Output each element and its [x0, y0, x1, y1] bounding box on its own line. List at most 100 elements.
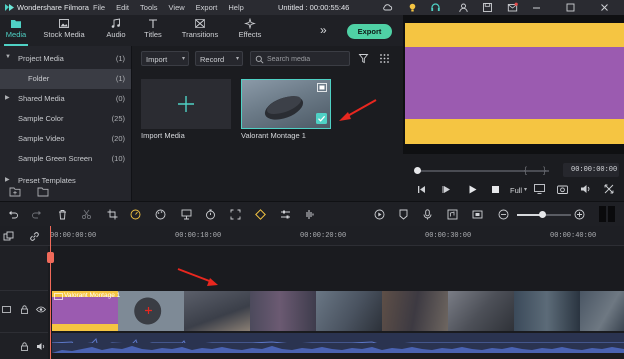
account-icon[interactable]: [458, 2, 469, 13]
eye-visibility-icon[interactable]: [36, 305, 46, 314]
tab-media[interactable]: Media: [3, 17, 29, 39]
cut-scissors-icon[interactable]: [81, 209, 92, 220]
playhead[interactable]: [50, 226, 51, 359]
zoom-out-icon[interactable]: [498, 209, 509, 220]
render-preview-icon[interactable]: [374, 209, 385, 220]
search-input[interactable]: [267, 54, 347, 64]
voiceover-clip-icon[interactable]: [447, 209, 458, 220]
mark-out-bracket-icon[interactable]: }: [543, 165, 546, 175]
zoom-in-icon[interactable]: [574, 209, 585, 220]
tab-effects[interactable]: Effects: [234, 17, 266, 39]
menu-bar: File Edit Tools View Export Help: [93, 3, 255, 12]
maximize-icon[interactable]: [565, 2, 576, 13]
timeline-ruler[interactable]: 00:00:00:00 00:00:10:00 00:00:20:00 00:0…: [0, 226, 624, 246]
menu-tools[interactable]: Tools: [140, 3, 158, 12]
sidebar-item-folder[interactable]: Folder (1): [0, 69, 131, 89]
record-dropdown[interactable]: Record ▾: [195, 51, 243, 66]
timer-duration-icon[interactable]: [205, 209, 216, 220]
sidebar-item-sample-color[interactable]: Sample Color (25): [0, 109, 131, 129]
previous-frame-icon[interactable]: [417, 185, 426, 194]
sidebar-item-count: (10): [111, 154, 125, 163]
zoom-slider-handle[interactable]: [539, 211, 546, 218]
fullscreen-icon[interactable]: [604, 184, 614, 194]
tab-transitions-label: Transitions: [181, 30, 219, 39]
snapshot-camera-icon[interactable]: [557, 184, 568, 194]
lightbulb-icon[interactable]: [407, 2, 418, 13]
delete-trash-icon[interactable]: [57, 209, 68, 220]
app-name: Wondershare Filmora: [17, 3, 89, 12]
notification-mail-icon[interactable]: [507, 2, 518, 13]
link-icon[interactable]: [29, 231, 40, 242]
menu-export[interactable]: Export: [196, 3, 218, 12]
lock-icon[interactable]: [20, 305, 29, 314]
folder-icon[interactable]: [37, 186, 49, 197]
crop-icon[interactable]: [107, 209, 118, 220]
media-sidebar: ▼ Project Media (1) Folder (1) ▶ Shared …: [0, 46, 131, 201]
audio-waveform-icon[interactable]: [304, 209, 315, 220]
microphone-icon[interactable]: [422, 209, 433, 220]
module-tabs: Media Stock Media Audio Titles Transitio…: [0, 15, 403, 46]
green-screen-icon[interactable]: [181, 209, 192, 220]
menu-file[interactable]: File: [93, 3, 105, 12]
expand-caret-icon[interactable]: ▶: [5, 94, 10, 101]
menu-edit[interactable]: Edit: [116, 3, 129, 12]
undo-icon[interactable]: [8, 209, 19, 220]
grid-view-icon[interactable]: [379, 53, 390, 64]
tab-audio[interactable]: Audio: [100, 17, 132, 39]
snapshot-frame-icon[interactable]: [472, 209, 483, 220]
add-folder-icon[interactable]: [9, 186, 21, 197]
sidebar-item-label: Sample Color: [18, 114, 64, 123]
minimize-icon[interactable]: [531, 2, 542, 13]
headset-support-icon[interactable]: [430, 2, 441, 13]
speed-icon[interactable]: [130, 209, 141, 220]
playhead-handle[interactable]: [47, 252, 54, 263]
sidebar-item-shared-media[interactable]: ▶ Shared Media (0): [0, 89, 131, 109]
close-icon[interactable]: [599, 2, 610, 13]
preview-progress-track[interactable]: [415, 170, 549, 172]
sidebar-item-sample-green-screen[interactable]: Sample Green Screen (10): [0, 149, 131, 169]
lock-icon[interactable]: [20, 342, 29, 351]
media-thumbnail-valorant[interactable]: [241, 79, 331, 129]
preview-progress-handle[interactable]: [414, 167, 421, 174]
stop-icon[interactable]: [491, 185, 500, 194]
tab-stock-media[interactable]: Stock Media: [40, 17, 88, 39]
keyframe-diamond-icon[interactable]: [255, 209, 266, 220]
sidebar-item-sample-video[interactable]: Sample Video (20): [0, 129, 131, 149]
menu-view[interactable]: View: [169, 3, 185, 12]
volume-icon[interactable]: [580, 184, 591, 194]
clip-thumbnail: [382, 291, 448, 331]
menu-help[interactable]: Help: [228, 3, 243, 12]
video-clip-valorant[interactable]: Valorant Montage 1: [52, 291, 624, 331]
fit-frame-icon[interactable]: [230, 209, 241, 220]
document-title: Untitled : 00:00:55:46: [278, 3, 350, 12]
search-box[interactable]: [250, 51, 350, 66]
play-from-start-icon[interactable]: [442, 185, 451, 194]
marker-shield-icon[interactable]: [398, 209, 409, 220]
filter-icon[interactable]: [358, 53, 369, 64]
audio-track-header: [0, 332, 48, 359]
play-icon[interactable]: [468, 185, 477, 194]
audio-waveform-clip[interactable]: [52, 333, 624, 353]
screen-display-icon[interactable]: [534, 184, 545, 194]
cloud-icon[interactable]: [382, 2, 393, 13]
export-button[interactable]: Export: [347, 24, 392, 39]
import-media-label: Import Media: [141, 131, 185, 140]
sidebar-item-count: (25): [111, 114, 125, 123]
redo-icon[interactable]: [31, 209, 42, 220]
quality-dropdown[interactable]: Full: [510, 186, 522, 195]
mark-in-bracket-icon[interactable]: {: [524, 165, 527, 175]
adjust-sliders-icon[interactable]: [280, 209, 291, 220]
sidebar-item-project-media[interactable]: ▼ Project Media (1): [0, 49, 131, 69]
import-dropdown[interactable]: Import ▾: [141, 51, 189, 66]
tab-transitions[interactable]: Transitions: [180, 17, 220, 39]
speaker-icon[interactable]: [36, 342, 46, 351]
expand-caret-icon[interactable]: ▶: [5, 176, 10, 183]
color-palette-icon[interactable]: [155, 209, 166, 220]
add-track-icon[interactable]: [3, 231, 14, 242]
more-tabs-chevron-icon[interactable]: »: [320, 23, 327, 37]
import-media-tile[interactable]: [141, 79, 231, 129]
empty-track-header: [0, 246, 48, 290]
expand-caret-icon[interactable]: ▼: [5, 54, 11, 60]
tab-titles[interactable]: Titles: [138, 17, 168, 39]
save-icon[interactable]: [482, 2, 493, 13]
